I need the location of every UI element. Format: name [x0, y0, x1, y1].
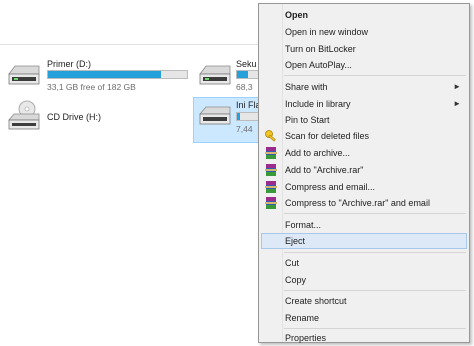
menu-item-add-archive-rar[interactable]: Add to "Archive.rar" [261, 162, 467, 178]
winrar-icon [265, 181, 277, 193]
menu-item-open[interactable]: Open [261, 7, 467, 23]
drive-usage-bar [236, 112, 260, 121]
menu-item-eject[interactable]: Eject [261, 233, 467, 249]
drive-usage-fill [237, 113, 241, 120]
menu-item-properties[interactable]: Properties [261, 330, 467, 346]
menu-item-bitlocker[interactable]: Turn on BitLocker [261, 41, 467, 57]
menu-item-label: Share with [285, 82, 328, 92]
menu-item-label: Open [285, 10, 309, 20]
menu-item-label: Cut [285, 258, 300, 268]
hard-drive-icon [199, 65, 231, 85]
menu-item-label: Turn on BitLocker [285, 44, 356, 54]
drive-ini-flash[interactable]: Ini Fla 7,44 [196, 100, 261, 140]
menu-item-label: Pin to Start [285, 115, 330, 125]
drive-free-space: 7,44 [236, 124, 253, 134]
menu-item-open-new-window[interactable]: Open in new window [261, 24, 467, 40]
menu-item-label: Create shortcut [285, 296, 347, 306]
winrar-icon [265, 147, 277, 159]
hard-drive-icon [8, 65, 40, 85]
header-divider [0, 44, 260, 45]
menu-item-share-with[interactable]: Share with ► [261, 79, 467, 95]
menu-item-label: Scan for deleted files [285, 131, 370, 141]
menu-item-include-library[interactable]: Include in library ► [261, 96, 467, 112]
submenu-arrow-icon: ► [453, 99, 461, 108]
menu-item-label: Rename [285, 313, 320, 323]
menu-item-label: Compress and email... [285, 182, 376, 192]
menu-item-compress-email[interactable]: Compress and email... [261, 179, 467, 195]
menu-item-cut[interactable]: Cut [261, 255, 467, 271]
winrar-icon [265, 197, 277, 209]
drive-name: CD Drive (H:) [47, 112, 101, 122]
menu-item-compress-rar-email[interactable]: Compress to "Archive.rar" and email [261, 195, 467, 211]
drive-name: Ini Fla [236, 100, 261, 110]
menu-item-label: Add to archive... [285, 148, 351, 158]
menu-item-copy[interactable]: Copy [261, 272, 467, 288]
key-icon [265, 130, 276, 142]
drive-cd[interactable]: CD Drive (H:) [5, 100, 125, 136]
drive-name: Primer (D:) [47, 59, 91, 69]
drive-usage-fill [48, 71, 161, 78]
drive-name: Seku [236, 59, 257, 69]
menu-separator [284, 328, 466, 329]
menu-item-label: Eject [285, 236, 306, 246]
menu-separator [284, 213, 466, 214]
menu-item-add-archive[interactable]: Add to archive... [261, 145, 467, 161]
menu-item-pin-start[interactable]: Pin to Start [261, 112, 467, 128]
menu-item-label: Open AutoPlay... [285, 60, 352, 70]
cd-drive-icon [8, 100, 40, 130]
menu-separator [284, 290, 466, 291]
drive-usage-bar [47, 70, 188, 79]
menu-item-label: Add to "Archive.rar" [285, 165, 364, 175]
menu-item-label: Format... [285, 220, 322, 230]
menu-item-scan-deleted[interactable]: Scan for deleted files [261, 128, 467, 144]
menu-item-label: Properties [285, 333, 327, 343]
drive-free-space: 33,1 GB free of 182 GB [47, 82, 136, 92]
menu-item-label: Open in new window [285, 27, 369, 37]
drive-usage-fill [237, 71, 249, 78]
winrar-icon [265, 164, 277, 176]
menu-item-label: Compress to "Archive.rar" and email [285, 198, 430, 208]
drive-primer[interactable]: Primer (D:) 33,1 GB free of 182 GB [5, 58, 195, 98]
menu-separator [284, 75, 466, 76]
drive-seku[interactable]: Seku 68,3 [196, 58, 266, 98]
menu-item-rename[interactable]: Rename [261, 310, 467, 326]
menu-separator [284, 252, 466, 253]
menu-item-format[interactable]: Format... [261, 217, 467, 233]
menu-item-create-shortcut[interactable]: Create shortcut [261, 293, 467, 309]
drive-free-space: 68,3 [236, 82, 253, 92]
submenu-arrow-icon: ► [453, 82, 461, 91]
menu-item-autoplay[interactable]: Open AutoPlay... [261, 57, 467, 73]
menu-item-label: Include in library [285, 99, 351, 109]
context-menu: Open Open in new window Turn on BitLocke… [258, 3, 470, 343]
menu-item-label: Copy [285, 275, 307, 285]
usb-drive-icon [199, 106, 231, 125]
